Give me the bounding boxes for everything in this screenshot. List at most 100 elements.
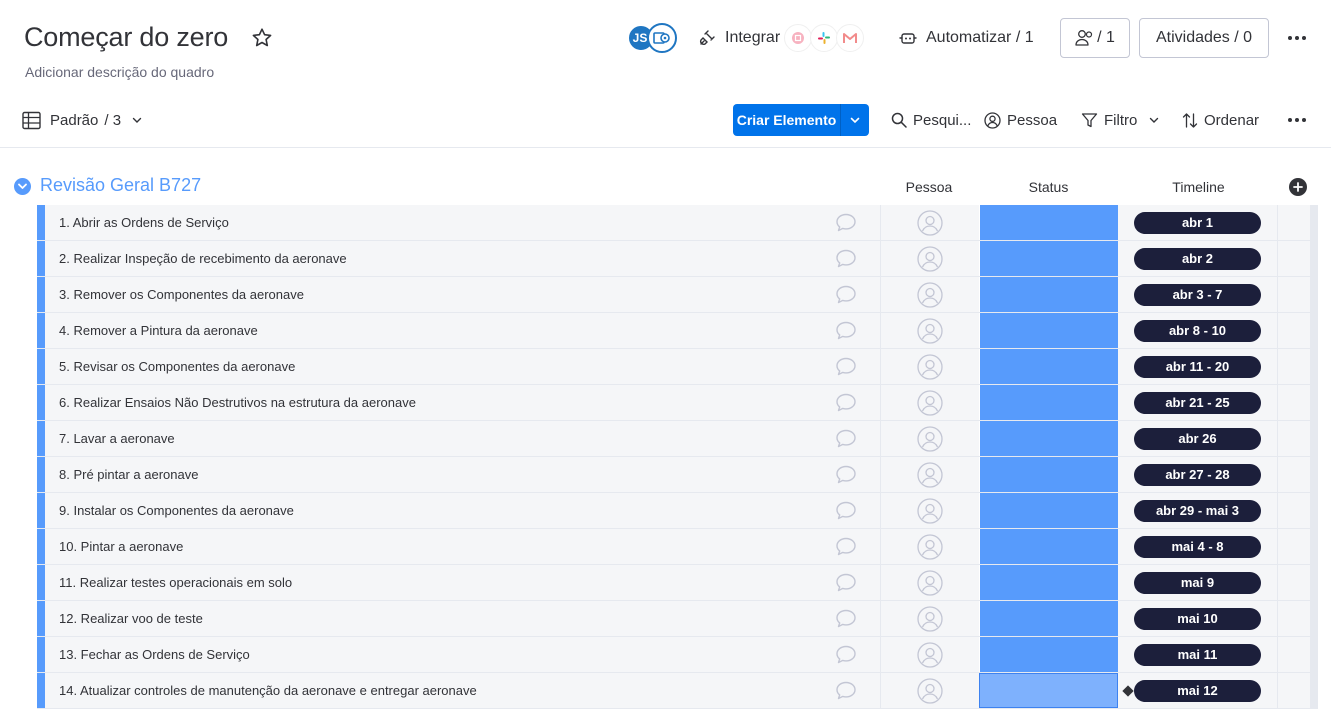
status-cell[interactable] [979, 493, 1118, 528]
conversation-icon[interactable] [834, 319, 858, 343]
conversation-icon[interactable] [834, 679, 858, 703]
table-row[interactable]: 14. Atualizar controles de manutenção da… [37, 673, 1318, 709]
board-description[interactable]: Adicionar descrição do quadro [25, 64, 214, 80]
toolbar-more-options-button[interactable] [1285, 112, 1309, 128]
item-name[interactable]: 2. Realizar Inspeção de recebimento da a… [59, 251, 347, 266]
person-cell[interactable] [880, 457, 979, 492]
item-name[interactable]: 7. Lavar a aeronave [59, 431, 175, 446]
filter-button[interactable]: Filtro [1081, 108, 1160, 132]
group-title[interactable]: Revisão Geral B727 [40, 175, 201, 196]
table-row[interactable]: 11. Realizar testes operacionais em solo… [37, 565, 1318, 601]
star-icon[interactable] [250, 26, 274, 50]
table-row[interactable]: 10. Pintar a aeronave mai 4 - 8 [37, 529, 1318, 565]
new-item-dropdown[interactable] [841, 104, 869, 136]
conversation-icon[interactable] [834, 499, 858, 523]
item-name-cell[interactable]: 11. Realizar testes operacionais em solo [45, 565, 880, 600]
table-row[interactable]: 4. Remover a Pintura da aeronave abr 8 -… [37, 313, 1318, 349]
person-cell[interactable] [880, 313, 979, 348]
board-title[interactable]: Começar do zero [24, 22, 228, 53]
status-cell[interactable] [979, 565, 1118, 600]
status-cell[interactable] [979, 241, 1118, 276]
person-filter-button[interactable]: Pessoa [984, 108, 1057, 132]
item-name-cell[interactable]: 3. Remover os Componentes da aeronave [45, 277, 880, 312]
integrate-button[interactable]: Integrar [697, 24, 865, 52]
table-row[interactable]: 1. Abrir as Ordens de Serviço abr 1 [37, 205, 1318, 241]
item-name-cell[interactable]: 5. Revisar os Componentes da aeronave [45, 349, 880, 384]
table-row[interactable]: 3. Remover os Componentes da aeronave ab… [37, 277, 1318, 313]
timeline-cell[interactable]: abr 21 - 25 [1118, 385, 1277, 420]
timeline-cell[interactable]: abr 8 - 10 [1118, 313, 1277, 348]
timeline-cell[interactable]: mai 4 - 8 [1118, 529, 1277, 564]
person-cell[interactable] [880, 349, 979, 384]
activities-button[interactable]: Atividades / 0 [1139, 18, 1269, 58]
conversation-icon[interactable] [834, 283, 858, 307]
column-header-person[interactable]: Pessoa [880, 179, 978, 195]
person-cell[interactable] [880, 673, 979, 708]
item-name[interactable]: 3. Remover os Componentes da aeronave [59, 287, 304, 302]
add-column-button[interactable] [1289, 178, 1307, 196]
status-cell[interactable] [979, 313, 1118, 348]
item-name[interactable]: 12. Realizar voo de teste [59, 611, 203, 626]
status-cell[interactable] [979, 349, 1118, 384]
item-name[interactable]: 14. Atualizar controles de manutenção da… [59, 683, 477, 698]
conversation-icon[interactable] [834, 427, 858, 451]
table-row[interactable]: 12. Realizar voo de teste mai 10 [37, 601, 1318, 637]
item-name-cell[interactable]: 1. Abrir as Ordens de Serviço [45, 205, 880, 240]
status-cell[interactable] [979, 421, 1118, 456]
item-name[interactable]: 13. Fechar as Ordens de Serviço [59, 647, 250, 662]
status-cell[interactable] [979, 529, 1118, 564]
table-row[interactable]: 9. Instalar os Componentes da aeronave a… [37, 493, 1318, 529]
status-cell[interactable] [979, 205, 1118, 240]
view-selector[interactable]: Padrão / 3 [22, 108, 143, 132]
person-cell[interactable] [880, 385, 979, 420]
timeline-cell[interactable]: abr 3 - 7 [1118, 277, 1277, 312]
item-name-cell[interactable]: 10. Pintar a aeronave [45, 529, 880, 564]
status-cell[interactable] [979, 277, 1118, 312]
conversation-icon[interactable] [834, 607, 858, 631]
conversation-icon[interactable] [834, 247, 858, 271]
item-name-cell[interactable]: 6. Realizar Ensaios Não Destrutivos na e… [45, 385, 880, 420]
timeline-cell[interactable]: mai 12 [1118, 673, 1277, 708]
item-name[interactable]: 5. Revisar os Componentes da aeronave [59, 359, 295, 374]
new-item-button[interactable]: Criar Elemento [733, 104, 869, 136]
item-name[interactable]: 4. Remover a Pintura da aeronave [59, 323, 258, 338]
board-members-avatars[interactable]: JS [627, 23, 679, 53]
column-header-timeline[interactable]: Timeline [1119, 179, 1278, 195]
timeline-cell[interactable]: abr 27 - 28 [1118, 457, 1277, 492]
conversation-icon[interactable] [834, 391, 858, 415]
status-cell[interactable] [979, 457, 1118, 492]
item-name[interactable]: 6. Realizar Ensaios Não Destrutivos na e… [59, 395, 416, 410]
person-cell[interactable] [880, 529, 979, 564]
item-name-cell[interactable]: 14. Atualizar controles de manutenção da… [45, 673, 880, 708]
timeline-cell[interactable]: abr 29 - mai 3 [1118, 493, 1277, 528]
person-cell[interactable] [880, 601, 979, 636]
person-cell[interactable] [880, 637, 979, 672]
item-name-cell[interactable]: 2. Realizar Inspeção de recebimento da a… [45, 241, 880, 276]
timeline-cell[interactable]: abr 1 [1118, 205, 1277, 240]
status-cell[interactable] [979, 385, 1118, 420]
table-row[interactable]: 6. Realizar Ensaios Não Destrutivos na e… [37, 385, 1318, 421]
item-name[interactable]: 8. Pré pintar a aeronave [59, 467, 198, 482]
item-name[interactable]: 1. Abrir as Ordens de Serviço [59, 215, 229, 230]
status-cell[interactable] [979, 601, 1118, 636]
person-cell[interactable] [880, 205, 979, 240]
item-name[interactable]: 9. Instalar os Componentes da aeronave [59, 503, 294, 518]
column-header-status[interactable]: Status [979, 179, 1118, 195]
timeline-cell[interactable]: mai 11 [1118, 637, 1277, 672]
table-row[interactable]: 5. Revisar os Componentes da aeronave ab… [37, 349, 1318, 385]
conversation-icon[interactable] [834, 355, 858, 379]
conversation-icon[interactable] [834, 463, 858, 487]
item-name-cell[interactable]: 9. Instalar os Componentes da aeronave [45, 493, 880, 528]
person-cell[interactable] [880, 493, 979, 528]
conversation-icon[interactable] [834, 211, 858, 235]
chevron-down-icon[interactable] [1148, 114, 1160, 126]
group-collapse-icon[interactable] [14, 178, 31, 195]
search-button[interactable]: Pesqui... [891, 108, 971, 132]
conversation-icon[interactable] [834, 535, 858, 559]
board-more-options-button[interactable] [1285, 30, 1309, 46]
item-name-cell[interactable]: 12. Realizar voo de teste [45, 601, 880, 636]
person-cell[interactable] [880, 241, 979, 276]
sort-button[interactable]: Ordenar [1182, 108, 1259, 132]
automate-button[interactable]: Automatizar / 1 [898, 26, 1034, 50]
table-row[interactable]: 7. Lavar a aeronave abr 26 [37, 421, 1318, 457]
